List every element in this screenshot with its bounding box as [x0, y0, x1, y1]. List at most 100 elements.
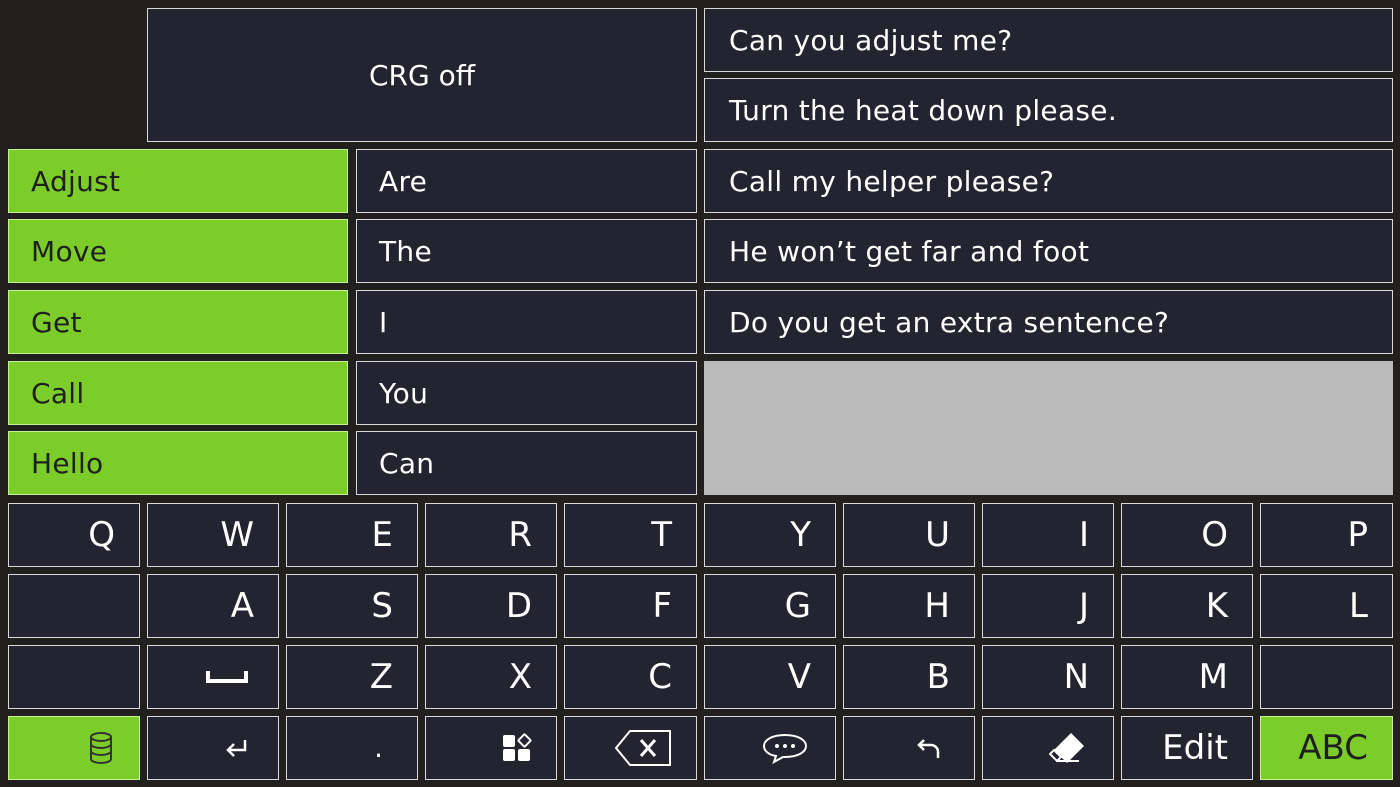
- period-key[interactable]: .: [286, 716, 418, 780]
- key-u[interactable]: U: [843, 503, 975, 567]
- key-label: F: [652, 586, 672, 626]
- aac-app: CRG off Can you adjust me? Turn the heat…: [0, 0, 1400, 787]
- key-f[interactable]: F: [564, 574, 697, 638]
- verb-button[interactable]: Get: [8, 290, 348, 354]
- phrase-label: Call my helper please?: [729, 164, 1055, 198]
- crg-toggle-button[interactable]: CRG off: [147, 8, 697, 142]
- phrase-label: Turn the heat down please.: [729, 93, 1118, 127]
- key-label: C: [648, 657, 672, 697]
- space-key[interactable]: [147, 645, 279, 709]
- key-a[interactable]: A: [147, 574, 279, 638]
- crg-label: CRG off: [368, 58, 476, 92]
- phrase-label: Do you get an extra sentence?: [729, 305, 1170, 339]
- key-g[interactable]: G: [704, 574, 836, 638]
- edit-label: Edit: [1162, 728, 1228, 768]
- word-label: Can: [379, 446, 435, 480]
- apps-icon: [502, 733, 532, 763]
- verb-button[interactable]: Call: [8, 361, 348, 425]
- verb-button[interactable]: Move: [8, 219, 348, 283]
- empty-key: [8, 645, 140, 709]
- edit-button[interactable]: Edit: [1121, 716, 1253, 780]
- word-button[interactable]: The: [356, 219, 697, 283]
- key-k[interactable]: K: [1121, 574, 1253, 638]
- verb-label: Move: [31, 234, 108, 268]
- key-label: J: [1078, 586, 1089, 626]
- key-label: R: [508, 515, 532, 555]
- verb-button[interactable]: Hello: [8, 431, 348, 495]
- key-label: B: [926, 657, 950, 697]
- undo-icon: [916, 736, 942, 760]
- verb-label: Adjust: [31, 164, 121, 198]
- word-button[interactable]: Are: [356, 149, 697, 213]
- key-label: S: [371, 586, 393, 626]
- database-icon: [89, 732, 113, 764]
- key-label: E: [371, 515, 393, 555]
- speak-button[interactable]: [704, 716, 836, 780]
- key-j[interactable]: J: [982, 574, 1114, 638]
- verb-label: Call: [31, 376, 85, 410]
- undo-button[interactable]: [843, 716, 975, 780]
- key-r[interactable]: R: [425, 503, 557, 567]
- key-label: D: [505, 586, 532, 626]
- key-label: M: [1198, 657, 1228, 697]
- space-icon: [206, 669, 248, 685]
- phrase-button[interactable]: Can you adjust me?: [704, 8, 1393, 72]
- key-label: H: [924, 586, 950, 626]
- backspace-icon: [614, 729, 672, 767]
- key-label: W: [220, 515, 254, 555]
- key-t[interactable]: T: [564, 503, 697, 567]
- key-label: O: [1201, 515, 1228, 555]
- key-label: G: [784, 586, 811, 626]
- key-i[interactable]: I: [982, 503, 1114, 567]
- abc-button[interactable]: ABC: [1260, 716, 1393, 780]
- word-button[interactable]: I: [356, 290, 697, 354]
- key-y[interactable]: Y: [704, 503, 836, 567]
- phrase-button[interactable]: Call my helper please?: [704, 149, 1393, 213]
- key-v[interactable]: V: [704, 645, 836, 709]
- verb-button[interactable]: Adjust: [8, 149, 348, 213]
- word-label: I: [379, 305, 388, 339]
- key-label: Z: [369, 657, 393, 697]
- key-e[interactable]: E: [286, 503, 418, 567]
- word-label: You: [379, 376, 429, 410]
- key-h[interactable]: H: [843, 574, 975, 638]
- speech-bubble-icon: [761, 732, 809, 764]
- apps-button[interactable]: [425, 716, 557, 780]
- eraser-icon: [1049, 730, 1087, 766]
- key-label: P: [1347, 515, 1368, 555]
- key-label: A: [230, 586, 254, 626]
- key-b[interactable]: B: [843, 645, 975, 709]
- phrase-label: He won’t get far and foot: [729, 234, 1090, 268]
- abc-label: ABC: [1298, 728, 1368, 768]
- key-z[interactable]: Z: [286, 645, 418, 709]
- key-d[interactable]: D: [425, 574, 557, 638]
- key-label: U: [925, 515, 950, 555]
- key-label: L: [1349, 586, 1368, 626]
- key-s[interactable]: S: [286, 574, 418, 638]
- backspace-button[interactable]: [564, 716, 697, 780]
- key-n[interactable]: N: [982, 645, 1114, 709]
- verb-label: Get: [31, 305, 82, 339]
- key-label: X: [508, 657, 532, 697]
- word-button[interactable]: You: [356, 361, 697, 425]
- word-label: The: [379, 234, 432, 268]
- word-button[interactable]: Can: [356, 431, 697, 495]
- key-o[interactable]: O: [1121, 503, 1253, 567]
- key-w[interactable]: W: [147, 503, 279, 567]
- key-x[interactable]: X: [425, 645, 557, 709]
- key-p[interactable]: P: [1260, 503, 1393, 567]
- key-m[interactable]: M: [1121, 645, 1253, 709]
- empty-phrase-slot: [704, 361, 1393, 495]
- phrase-button[interactable]: He won’t get far and foot: [704, 219, 1393, 283]
- phrase-label: Can you adjust me?: [729, 23, 1013, 57]
- phrase-button[interactable]: Do you get an extra sentence?: [704, 290, 1393, 354]
- key-c[interactable]: C: [564, 645, 697, 709]
- verb-label: Hello: [31, 446, 104, 480]
- key-l[interactable]: L: [1260, 574, 1393, 638]
- empty-key: [1260, 645, 1393, 709]
- database-button[interactable]: [8, 716, 140, 780]
- enter-button[interactable]: [147, 716, 279, 780]
- phrase-button[interactable]: Turn the heat down please.: [704, 78, 1393, 142]
- clear-button[interactable]: [982, 716, 1114, 780]
- key-q[interactable]: Q: [8, 503, 140, 567]
